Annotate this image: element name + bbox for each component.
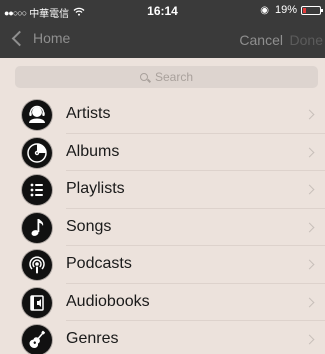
artists-icon: [22, 100, 52, 130]
cancel-button[interactable]: Cancel: [239, 32, 283, 48]
back-button[interactable]: Home: [10, 30, 70, 46]
chevron-right-icon: [304, 147, 315, 157]
list-item-label: Genres: [66, 330, 119, 347]
chevron-left-icon: [11, 30, 28, 46]
status-right: ◉ 19%: [260, 4, 323, 16]
playlists-icon: [22, 175, 52, 205]
list-item-artists[interactable]: Artists: [0, 96, 325, 134]
list-item-podcasts[interactable]: Podcasts: [0, 246, 325, 284]
list-item-albums[interactable]: Albums: [0, 134, 325, 171]
battery-level-fill: [303, 7, 306, 13]
chevron-right-icon: [304, 334, 315, 345]
list-item-audiobooks[interactable]: Audiobooks: [0, 284, 325, 321]
battery-percent: 19%: [274, 4, 297, 16]
chevron-right-icon: [304, 259, 315, 270]
back-button-label: Home: [33, 30, 71, 46]
list-item-label: Albums: [66, 142, 120, 160]
search-icon: [139, 73, 148, 81]
search-input[interactable]: Search: [15, 66, 318, 88]
list-item-songs[interactable]: Songs: [0, 209, 325, 246]
library-category-list: Artists Albums Playlists Songs Podcasts …: [0, 96, 325, 354]
done-button[interactable]: Done: [290, 32, 323, 48]
audiobooks-icon: [22, 287, 52, 318]
list-item-genres[interactable]: Genres: [0, 321, 325, 354]
chevron-right-icon: [304, 297, 315, 307]
albums-icon: [22, 137, 52, 168]
search-placeholder: Search: [154, 70, 194, 84]
songs-icon: [22, 212, 52, 243]
chevron-right-icon: [304, 109, 315, 120]
list-item-label: Podcasts: [66, 255, 132, 272]
navigation-bar: Home Cancel Done: [0, 22, 325, 58]
podcasts-icon: [22, 250, 52, 280]
chevron-right-icon: [304, 184, 315, 195]
list-item-label: Artists: [66, 105, 111, 122]
list-item-label: Audiobooks: [66, 292, 150, 310]
rotation-lock-icon: ◉: [260, 4, 269, 16]
genres-icon: [22, 325, 52, 354]
battery-icon: [301, 5, 323, 15]
list-item-label: Playlists: [66, 180, 125, 197]
chevron-right-icon: [304, 222, 315, 232]
list-item-playlists[interactable]: Playlists: [0, 171, 325, 209]
list-item-label: Songs: [66, 217, 112, 235]
status-bar: ●●○○○ 中華電信 16:14 ◉ 19%: [0, 0, 325, 22]
